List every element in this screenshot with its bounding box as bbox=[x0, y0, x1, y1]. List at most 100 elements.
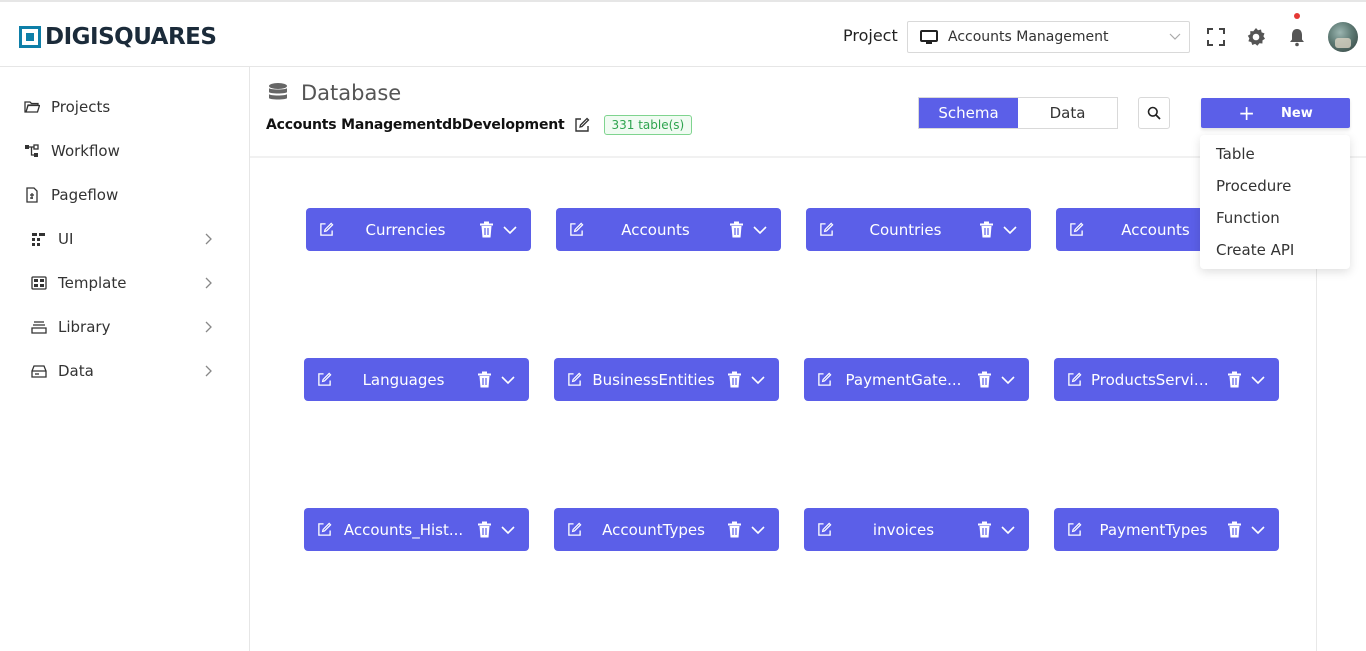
edit-icon[interactable] bbox=[567, 522, 582, 537]
logo-mark-icon bbox=[19, 26, 41, 48]
menu-item-create-api[interactable]: Create API bbox=[1200, 234, 1350, 266]
app-logo[interactable]: DIGISQUARES bbox=[19, 24, 217, 50]
edit-icon[interactable] bbox=[567, 372, 582, 387]
sidebar-item-label: Projects bbox=[51, 98, 111, 116]
table-chip[interactable]: Accounts bbox=[556, 208, 781, 251]
chevron-down-icon[interactable] bbox=[1003, 223, 1017, 237]
trash-icon[interactable] bbox=[477, 371, 492, 388]
database-info: Accounts ManagementdbDevelopment 331 tab… bbox=[266, 115, 693, 135]
table-chip[interactable]: Accounts_Hist... bbox=[304, 508, 529, 551]
new-button-label: New bbox=[1281, 105, 1313, 121]
trash-icon[interactable] bbox=[977, 371, 992, 388]
table-chip[interactable]: PaymentTypes bbox=[1054, 508, 1279, 551]
tab-data[interactable]: Data bbox=[1018, 98, 1117, 128]
trash-icon[interactable] bbox=[479, 221, 494, 238]
edit-icon[interactable] bbox=[574, 117, 590, 133]
edit-icon[interactable] bbox=[819, 222, 834, 237]
sidebar: Projects Workflow Pageflow UI Template L… bbox=[0, 67, 250, 651]
edit-icon[interactable] bbox=[1067, 522, 1082, 537]
project-label: Project bbox=[843, 26, 898, 45]
trash-icon[interactable] bbox=[1227, 521, 1242, 538]
table-chip[interactable]: Countries bbox=[806, 208, 1031, 251]
trash-icon[interactable] bbox=[727, 521, 742, 538]
trash-icon[interactable] bbox=[477, 521, 492, 538]
avatar[interactable] bbox=[1328, 22, 1358, 52]
table-chip[interactable]: AccountTypes bbox=[554, 508, 779, 551]
main-content: Database Accounts ManagementdbDevelopmen… bbox=[250, 67, 1366, 651]
menu-item-function[interactable]: Function bbox=[1200, 202, 1350, 234]
edit-icon[interactable] bbox=[817, 522, 832, 537]
chevron-down-icon[interactable] bbox=[501, 523, 515, 537]
edit-icon[interactable] bbox=[317, 372, 332, 387]
menu-item-procedure[interactable]: Procedure bbox=[1200, 170, 1350, 202]
edit-icon[interactable] bbox=[817, 372, 832, 387]
database-name: Accounts ManagementdbDevelopment bbox=[266, 117, 565, 133]
sidebar-item-ui[interactable]: UI bbox=[31, 227, 231, 251]
table-chip[interactable]: invoices bbox=[804, 508, 1029, 551]
sidebar-item-pageflow[interactable]: Pageflow bbox=[24, 183, 224, 207]
table-chip[interactable]: BusinessEntities bbox=[554, 358, 779, 401]
chevron-right-icon bbox=[205, 233, 212, 245]
table-name: Accounts_Hist... bbox=[343, 520, 464, 539]
table-name: ProductsServic... bbox=[1091, 370, 1216, 389]
table-name: Currencies bbox=[365, 220, 446, 239]
sidebar-item-projects[interactable]: Projects bbox=[24, 95, 224, 119]
chevron-down-icon[interactable] bbox=[753, 223, 767, 237]
chevron-down-icon[interactable] bbox=[503, 223, 517, 237]
edit-icon[interactable] bbox=[1067, 372, 1082, 387]
edit-icon[interactable] bbox=[319, 222, 334, 237]
new-button[interactable]: + New bbox=[1201, 98, 1350, 128]
new-menu: Table Procedure Function Create API bbox=[1200, 135, 1350, 269]
library-icon bbox=[31, 321, 47, 334]
trash-icon[interactable] bbox=[727, 371, 742, 388]
sidebar-item-label: UI bbox=[58, 230, 74, 248]
plus-icon: + bbox=[1238, 101, 1256, 125]
table-name: Languages bbox=[362, 370, 445, 389]
bell-icon[interactable] bbox=[1287, 27, 1307, 47]
table-chip[interactable]: Languages bbox=[304, 358, 529, 401]
template-icon bbox=[31, 276, 47, 290]
view-toggle: Schema Data bbox=[918, 97, 1118, 129]
project-select[interactable]: Accounts Management bbox=[907, 21, 1190, 53]
project-select-value: Accounts Management bbox=[948, 29, 1109, 45]
table-chip[interactable]: Currencies bbox=[306, 208, 531, 251]
sidebar-item-template[interactable]: Template bbox=[31, 271, 231, 295]
sidebar-item-workflow[interactable]: Workflow bbox=[24, 139, 224, 163]
chevron-down-icon[interactable] bbox=[1251, 523, 1265, 537]
edit-icon[interactable] bbox=[1069, 222, 1084, 237]
trash-icon[interactable] bbox=[977, 521, 992, 538]
chevron-down-icon[interactable] bbox=[751, 373, 765, 387]
gear-icon[interactable] bbox=[1246, 27, 1266, 47]
sidebar-item-label: Data bbox=[58, 362, 94, 380]
sidebar-item-library[interactable]: Library bbox=[31, 315, 231, 339]
chevron-down-icon[interactable] bbox=[1001, 373, 1015, 387]
chevron-down-icon[interactable] bbox=[1251, 373, 1265, 387]
sidebar-item-data[interactable]: Data bbox=[31, 359, 231, 383]
folder-open-icon bbox=[24, 101, 40, 113]
chevron-down-icon bbox=[1169, 33, 1181, 40]
chevron-down-icon[interactable] bbox=[501, 373, 515, 387]
monitor-icon bbox=[920, 30, 938, 44]
top-header: DIGISQUARES Project Accounts Management bbox=[0, 0, 1366, 67]
menu-item-table[interactable]: Table bbox=[1200, 138, 1350, 170]
edit-icon[interactable] bbox=[569, 222, 584, 237]
search-button[interactable] bbox=[1138, 97, 1170, 129]
fullscreen-icon[interactable] bbox=[1206, 27, 1226, 47]
sidebar-item-label: Library bbox=[58, 318, 111, 336]
table-name: Accounts bbox=[621, 220, 690, 239]
trash-icon[interactable] bbox=[979, 221, 994, 238]
sidebar-item-label: Pageflow bbox=[51, 186, 119, 204]
database-icon bbox=[269, 83, 287, 100]
tab-schema[interactable]: Schema bbox=[919, 98, 1018, 128]
header-divider bbox=[250, 156, 1366, 158]
table-chip[interactable]: ProductsServic... bbox=[1054, 358, 1279, 401]
edit-icon[interactable] bbox=[317, 522, 332, 537]
chevron-down-icon[interactable] bbox=[1001, 523, 1015, 537]
trash-icon[interactable] bbox=[1227, 371, 1242, 388]
chevron-right-icon bbox=[205, 321, 212, 333]
table-chip[interactable]: PaymentGate... bbox=[804, 358, 1029, 401]
canvas-border bbox=[1316, 267, 1317, 651]
trash-icon[interactable] bbox=[729, 221, 744, 238]
page-title-row: Database bbox=[267, 81, 401, 105]
chevron-down-icon[interactable] bbox=[751, 523, 765, 537]
